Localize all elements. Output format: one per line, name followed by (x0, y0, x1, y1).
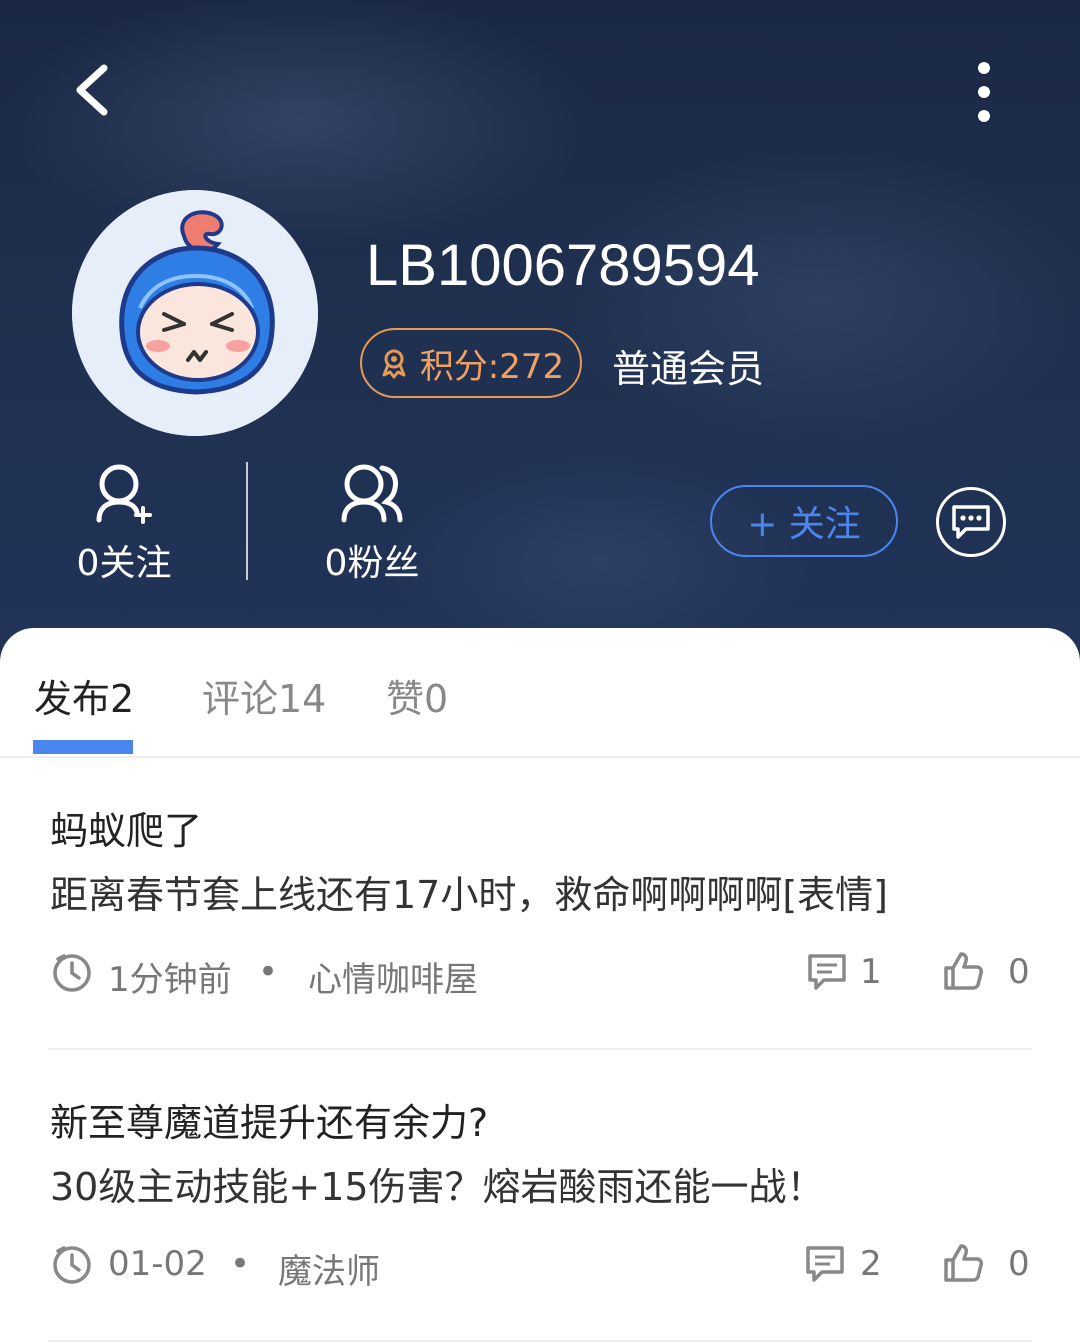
post-forum[interactable]: 魔法师 (278, 1244, 380, 1293)
profile-header: LB1006789594 积分:272 普通会员 0关注 0粉丝 + 关注 (0, 0, 1080, 680)
username: LB1006789594 (366, 233, 760, 298)
users-icon (341, 464, 403, 523)
following-stat[interactable]: 0关注 (44, 462, 204, 586)
like-count: 0 (1008, 1244, 1030, 1284)
comment-icon[interactable] (804, 1244, 846, 1284)
avatar[interactable] (72, 190, 318, 436)
avatar-mascot-image (72, 190, 318, 436)
member-level: 普通会员 (612, 347, 765, 391)
tab-likes[interactable]: 赞0 (386, 668, 448, 723)
active-tab-indicator (33, 740, 133, 754)
post-item[interactable]: 蚂蚁爬了 距离春节套上线还有17小时，救命啊啊啊啊[表情] 1分钟前 • 心情咖… (48, 798, 1032, 1050)
tab-bar: 发布2 评论14 赞0 (0, 628, 1080, 758)
meta-separator: • (230, 1244, 251, 1284)
post-meta: 1分钟前 • 心情咖啡屋 1 0 (48, 948, 1032, 1001)
post-forum[interactable]: 心情咖啡屋 (308, 952, 478, 1001)
back-button[interactable] (62, 58, 126, 122)
user-plus-icon (96, 464, 152, 524)
tab-comments[interactable]: 评论14 (202, 668, 326, 723)
medal-icon (382, 349, 406, 379)
thumbs-up-icon[interactable] (940, 948, 986, 994)
post-body: 30级主动技能+15伤害？熔岩酸雨还能一战！ (50, 1165, 825, 1209)
comment-count: 2 (860, 1244, 882, 1284)
message-button[interactable] (936, 487, 1006, 557)
clock-icon (53, 954, 91, 992)
points-badge[interactable]: 积分:272 (360, 328, 582, 398)
content-panel: 发布2 评论14 赞0 蚂蚁爬了 距离春节套上线还有17小时，救命啊啊啊啊[表情… (0, 628, 1080, 1343)
post-title: 新至尊魔道提升还有余力? (50, 1101, 489, 1145)
follow-button[interactable]: + 关注 (710, 485, 898, 557)
clock-icon (53, 1246, 91, 1284)
thumbs-up-icon[interactable] (940, 1240, 986, 1286)
comment-count: 1 (860, 952, 882, 992)
meta-separator: • (258, 952, 279, 992)
points-label: 积分:272 (419, 346, 565, 387)
like-count: 0 (1008, 952, 1030, 992)
more-button[interactable] (958, 58, 1010, 126)
chat-bubble-icon (952, 505, 990, 539)
tab-posts[interactable]: 发布2 (34, 668, 134, 723)
post-meta: 01-02 • 魔法师 2 0 (48, 1240, 1032, 1293)
following-count: 0关注 (76, 543, 172, 584)
post-body: 距离春节套上线还有17小时，救命啊啊啊啊[表情] (50, 873, 889, 917)
post-time: 01-02 (108, 1244, 207, 1284)
post-title: 蚂蚁爬了 (50, 809, 203, 853)
more-vertical-icon (978, 62, 990, 122)
fans-count: 0粉丝 (324, 543, 420, 584)
post-item[interactable]: 新至尊魔道提升还有余力? 30级主动技能+15伤害？熔岩酸雨还能一战！ 01-0… (48, 1090, 1032, 1342)
comment-icon[interactable] (806, 952, 848, 992)
post-time: 1分钟前 (108, 960, 232, 1000)
back-chevron-icon (76, 64, 108, 116)
stat-divider (246, 462, 248, 580)
fans-stat[interactable]: 0粉丝 (292, 462, 452, 586)
